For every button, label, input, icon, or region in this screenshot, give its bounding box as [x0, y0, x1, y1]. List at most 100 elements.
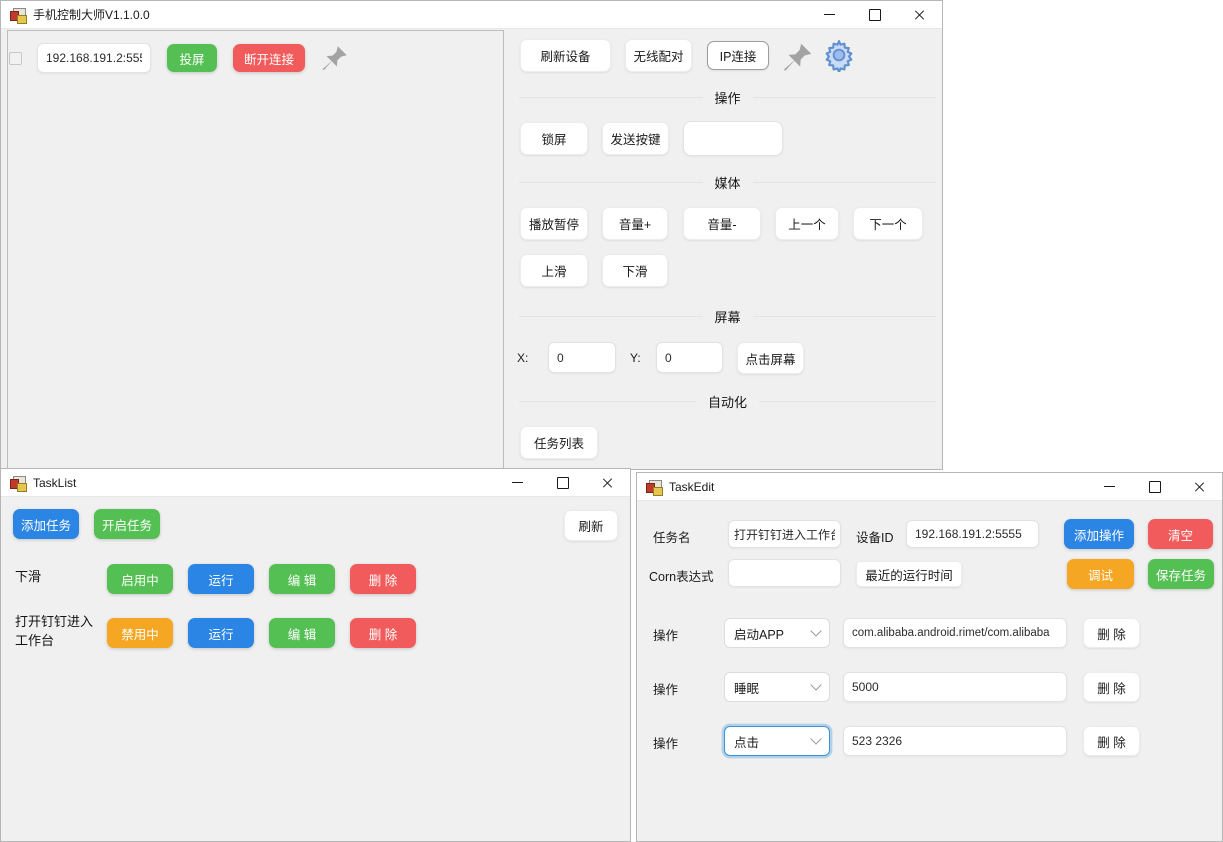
task-run-button[interactable]: 运行 — [188, 618, 254, 648]
maximize-icon — [557, 477, 569, 489]
media-play-pause-button[interactable]: 播放暂停 — [520, 207, 588, 240]
device-id-field-label: 设备ID — [856, 527, 894, 546]
refresh-devices-button[interactable]: 刷新设备 — [520, 39, 611, 72]
operation-delete-button[interactable]: 删 除 — [1083, 618, 1140, 648]
task-run-button[interactable]: 运行 — [188, 564, 254, 594]
save-task-button[interactable]: 保存任务 — [1148, 559, 1214, 589]
lock-screen-button[interactable]: 锁屏 — [520, 122, 588, 155]
operation-arg-input[interactable] — [843, 618, 1067, 648]
swipe-down-button[interactable]: 下滑 — [602, 254, 668, 287]
y-coordinate-input[interactable] — [656, 342, 723, 373]
operation-section-title: 操作 — [715, 88, 741, 107]
screen-section-divider: 屏幕 — [519, 306, 936, 326]
app-icon — [10, 7, 26, 23]
swipe-up-button[interactable]: 上滑 — [520, 254, 588, 287]
operation-type-select[interactable]: 点击 — [724, 726, 830, 756]
send-key-button[interactable]: 发送按键 — [602, 122, 669, 155]
minimize-button[interactable] — [807, 1, 852, 28]
main-window: 手机控制大师V1.1.0.0 投屏 断开连接 刷新设备 无线配对 IP连接 操作… — [0, 0, 943, 470]
last-run-time-button[interactable]: 最近的运行时间 — [856, 561, 962, 587]
debug-button[interactable]: 调试 — [1067, 559, 1134, 589]
main-window-title: 手机控制大师V1.1.0.0 — [33, 6, 150, 23]
task-state-button[interactable]: 禁用中 — [107, 618, 173, 648]
task-name-input[interactable] — [728, 520, 841, 548]
chevron-down-icon — [810, 733, 821, 744]
task-name-label: 下滑 — [15, 567, 103, 586]
media-volume-down-button[interactable]: 音量- — [683, 207, 761, 240]
chevron-down-icon — [810, 679, 821, 690]
add-task-button[interactable]: 添加任务 — [13, 509, 79, 539]
operation-arg-input[interactable] — [843, 672, 1067, 702]
app-icon — [10, 475, 26, 491]
minimize-button[interactable] — [495, 469, 540, 496]
task-state-button[interactable]: 启用中 — [107, 564, 173, 594]
cron-input[interactable] — [728, 559, 841, 587]
key-input[interactable] — [683, 121, 783, 156]
close-button[interactable] — [585, 469, 630, 496]
main-titlebar[interactable]: 手机控制大师V1.1.0.0 — [1, 1, 942, 29]
operation-delete-button[interactable]: 删 除 — [1083, 726, 1140, 756]
operation-type-select[interactable]: 睡眠 — [724, 672, 830, 702]
chevron-down-icon — [810, 625, 821, 636]
task-name-field-label: 任务名 — [653, 527, 691, 546]
clear-button[interactable]: 清空 — [1148, 519, 1213, 549]
task-name-label: 打开钉钉进入工作台 — [15, 612, 103, 650]
refresh-button[interactable]: 刷新 — [564, 510, 618, 541]
tasklist-titlebar[interactable]: TaskList — [1, 469, 630, 497]
device-panel — [7, 30, 504, 471]
operation-section-divider: 操作 — [519, 87, 936, 107]
media-volume-up-button[interactable]: 音量+ — [602, 207, 668, 240]
tap-screen-button[interactable]: 点击屏幕 — [737, 342, 804, 374]
y-coordinate-label: Y: — [630, 351, 641, 365]
operation-row-label: 操作 — [653, 625, 678, 644]
operation-row-label: 操作 — [653, 679, 678, 698]
operation-arg-input[interactable] — [843, 726, 1067, 756]
media-section-divider: 媒体 — [519, 172, 936, 192]
app-icon — [646, 479, 662, 495]
window-controls — [807, 1, 942, 28]
window-controls — [1087, 473, 1222, 500]
wireless-pair-button[interactable]: 无线配对 — [625, 39, 692, 72]
maximize-button[interactable] — [540, 469, 585, 496]
operation-row-label: 操作 — [653, 733, 678, 752]
minimize-icon — [824, 14, 835, 15]
ip-connect-button[interactable]: IP连接 — [707, 41, 769, 70]
window-controls — [495, 469, 630, 496]
minimize-icon — [512, 482, 523, 483]
minimize-button[interactable] — [1087, 473, 1132, 500]
close-button[interactable] — [897, 1, 942, 28]
operation-delete-button[interactable]: 删 除 — [1083, 672, 1140, 702]
close-icon — [602, 477, 614, 489]
cron-field-label: Corn表达式 — [649, 566, 714, 585]
media-next-button[interactable]: 下一个 — [853, 207, 923, 240]
screen-section-title: 屏幕 — [715, 307, 741, 326]
task-delete-button[interactable]: 删 除 — [350, 564, 416, 594]
task-edit-button[interactable]: 编 辑 — [269, 564, 335, 594]
maximize-button[interactable] — [852, 1, 897, 28]
task-edit-button[interactable]: 编 辑 — [269, 618, 335, 648]
maximize-icon — [1149, 481, 1161, 493]
task-delete-button[interactable]: 删 除 — [350, 618, 416, 648]
settings-gear-icon[interactable] — [821, 37, 857, 73]
enable-task-button[interactable]: 开启任务 — [94, 509, 160, 539]
taskedit-window: TaskEdit 任务名 设备ID 添加操作 清空 Corn表达式 最近的运行时… — [636, 472, 1223, 842]
close-icon — [1194, 481, 1206, 493]
pin-icon[interactable] — [779, 39, 817, 75]
cast-screen-button[interactable]: 投屏 — [167, 44, 217, 72]
operation-type-select[interactable]: 启动APP — [724, 618, 830, 648]
x-coordinate-label: X: — [517, 351, 528, 365]
media-previous-button[interactable]: 上一个 — [775, 207, 839, 240]
add-operation-button[interactable]: 添加操作 — [1064, 519, 1134, 549]
device-checkbox[interactable] — [9, 52, 22, 65]
disconnect-button[interactable]: 断开连接 — [233, 44, 305, 72]
close-icon — [914, 9, 926, 21]
x-coordinate-input[interactable] — [548, 342, 616, 373]
taskedit-titlebar[interactable]: TaskEdit — [637, 473, 1222, 501]
device-ip-input[interactable] — [37, 43, 151, 73]
operation-type-value: 点击 — [734, 732, 759, 751]
maximize-button[interactable] — [1132, 473, 1177, 500]
task-list-button[interactable]: 任务列表 — [520, 426, 598, 459]
device-id-input[interactable] — [906, 520, 1039, 548]
pin-icon[interactable] — [317, 42, 353, 74]
close-button[interactable] — [1177, 473, 1222, 500]
